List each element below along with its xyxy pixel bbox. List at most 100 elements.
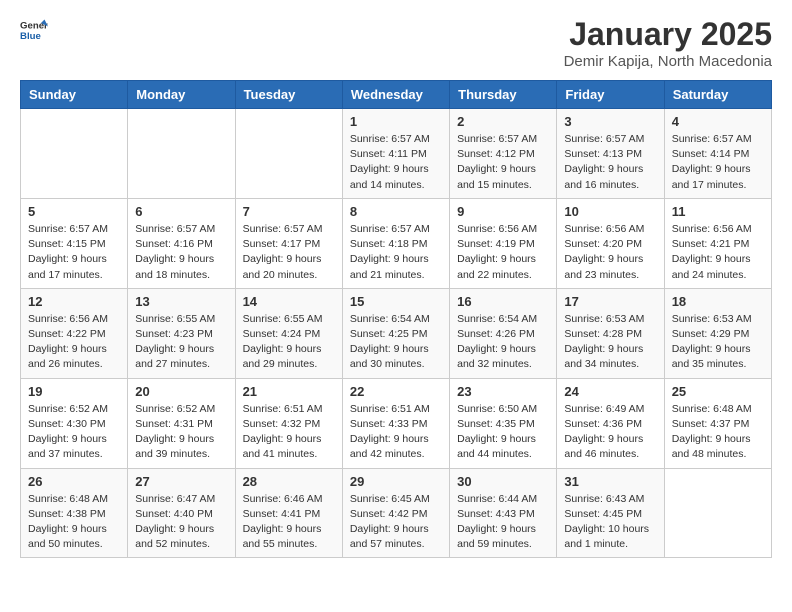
day-detail: Sunrise: 6:55 AM Sunset: 4:24 PM Dayligh… [243, 312, 335, 373]
day-detail: Sunrise: 6:55 AM Sunset: 4:23 PM Dayligh… [135, 312, 227, 373]
calendar-cell: 25 Sunrise: 6:48 AM Sunset: 4:37 PM Dayli… [664, 378, 771, 468]
calendar-week-row: 26 Sunrise: 6:48 AM Sunset: 4:38 PM Dayli… [21, 468, 772, 558]
calendar-cell: 28Sunrise: 6:46 AM Sunset: 4:41 PM Dayli… [235, 468, 342, 558]
day-detail: Sunrise: 6:57 AM Sunset: 4:16 PM Dayligh… [135, 222, 227, 283]
day-detail: Sunrise: 6:57 AM Sunset: 4:17 PM Dayligh… [243, 222, 335, 283]
day-number: 5 [28, 204, 120, 219]
header-monday: Monday [128, 81, 235, 109]
calendar-cell: 11Sunrise: 6:56 AM Sunset: 4:21 PM Dayli… [664, 198, 771, 288]
calendar-week-row: 5 Sunrise: 6:57 AM Sunset: 4:15 PM Daylig… [21, 198, 772, 288]
weekday-header-row: Sunday Monday Tuesday Wednesday Thursday… [21, 81, 772, 109]
calendar-cell: 22 Sunrise: 6:51 AM Sunset: 4:33 PM Dayli… [342, 378, 449, 468]
day-number: 6 [135, 204, 227, 219]
calendar-week-row: 19 Sunrise: 6:52 AM Sunset: 4:30 PM Dayli… [21, 378, 772, 468]
header-friday: Friday [557, 81, 664, 109]
day-detail: Sunrise: 6:46 AM Sunset: 4:41 PM Dayligh… [243, 492, 335, 553]
day-detail: Sunrise: 6:48 AM Sunset: 4:37 PM Dayligh… [672, 402, 764, 463]
day-detail: Sunrise: 6:49 AM Sunset: 4:36 PM Dayligh… [564, 402, 656, 463]
day-detail: Sunrise: 6:52 AM Sunset: 4:31 PM Dayligh… [135, 402, 227, 463]
calendar-cell: 17 Sunrise: 6:53 AM Sunset: 4:28 PM Dayli… [557, 288, 664, 378]
day-number: 18 [672, 294, 764, 309]
day-number: 16 [457, 294, 549, 309]
day-detail: Sunrise: 6:57 AM Sunset: 4:14 PM Dayligh… [672, 132, 764, 193]
day-number: 25 [672, 384, 764, 399]
logo: General Blue [20, 16, 48, 44]
day-number: 4 [672, 114, 764, 129]
day-detail: Sunrise: 6:51 AM Sunset: 4:32 PM Dayligh… [243, 402, 335, 463]
day-number: 24 [564, 384, 656, 399]
day-number: 21 [243, 384, 335, 399]
day-number: 10 [564, 204, 656, 219]
header-sunday: Sunday [21, 81, 128, 109]
day-number: 19 [28, 384, 120, 399]
day-number: 9 [457, 204, 549, 219]
calendar-cell [21, 109, 128, 199]
day-number: 1 [350, 114, 442, 129]
calendar-week-row: 1 Sunrise: 6:57 AM Sunset: 4:11 PM Daylig… [21, 109, 772, 199]
calendar-cell: 15Sunrise: 6:54 AM Sunset: 4:25 PM Dayli… [342, 288, 449, 378]
calendar-cell: 24 Sunrise: 6:49 AM Sunset: 4:36 PM Dayli… [557, 378, 664, 468]
day-detail: Sunrise: 6:56 AM Sunset: 4:20 PM Dayligh… [564, 222, 656, 283]
calendar-cell: 1 Sunrise: 6:57 AM Sunset: 4:11 PM Daylig… [342, 109, 449, 199]
day-number: 7 [243, 204, 335, 219]
day-detail: Sunrise: 6:54 AM Sunset: 4:25 PM Dayligh… [350, 312, 442, 373]
month-title: January 2025 [564, 16, 772, 53]
day-detail: Sunrise: 6:57 AM Sunset: 4:12 PM Dayligh… [457, 132, 549, 193]
calendar-cell: 9 Sunrise: 6:56 AM Sunset: 4:19 PM Daylig… [450, 198, 557, 288]
title-area: January 2025 Demir Kapija, North Macedon… [564, 16, 772, 70]
calendar-cell: 18 Sunrise: 6:53 AM Sunset: 4:29 PM Dayli… [664, 288, 771, 378]
header-wednesday: Wednesday [342, 81, 449, 109]
day-detail: Sunrise: 6:56 AM Sunset: 4:19 PM Dayligh… [457, 222, 549, 283]
calendar-cell: 10 Sunrise: 6:56 AM Sunset: 4:20 PM Dayli… [557, 198, 664, 288]
calendar-cell: 4 Sunrise: 6:57 AM Sunset: 4:14 PM Daylig… [664, 109, 771, 199]
day-detail: Sunrise: 6:57 AM Sunset: 4:18 PM Dayligh… [350, 222, 442, 283]
calendar-cell: 29 Sunrise: 6:45 AM Sunset: 4:42 PM Dayli… [342, 468, 449, 558]
day-number: 8 [350, 204, 442, 219]
page: General Blue January 2025 Demir Kapija, … [0, 0, 792, 574]
calendar-week-row: 12 Sunrise: 6:56 AM Sunset: 4:22 PM Dayli… [21, 288, 772, 378]
day-number: 17 [564, 294, 656, 309]
day-detail: Sunrise: 6:57 AM Sunset: 4:13 PM Dayligh… [564, 132, 656, 193]
day-number: 12 [28, 294, 120, 309]
calendar-cell: 27Sunrise: 6:47 AM Sunset: 4:40 PM Dayli… [128, 468, 235, 558]
calendar-cell: 23Sunrise: 6:50 AM Sunset: 4:35 PM Dayli… [450, 378, 557, 468]
calendar-cell: 21 Sunrise: 6:51 AM Sunset: 4:32 PM Dayli… [235, 378, 342, 468]
calendar-cell: 5 Sunrise: 6:57 AM Sunset: 4:15 PM Daylig… [21, 198, 128, 288]
header-saturday: Saturday [664, 81, 771, 109]
day-number: 26 [28, 474, 120, 489]
header-thursday: Thursday [450, 81, 557, 109]
day-number: 13 [135, 294, 227, 309]
day-detail: Sunrise: 6:53 AM Sunset: 4:29 PM Dayligh… [672, 312, 764, 373]
header-tuesday: Tuesday [235, 81, 342, 109]
logo-icon: General Blue [20, 16, 48, 44]
day-number: 23 [457, 384, 549, 399]
day-number: 3 [564, 114, 656, 129]
day-detail: Sunrise: 6:51 AM Sunset: 4:33 PM Dayligh… [350, 402, 442, 463]
calendar-cell: 13 Sunrise: 6:55 AM Sunset: 4:23 PM Dayli… [128, 288, 235, 378]
calendar-cell: 12 Sunrise: 6:56 AM Sunset: 4:22 PM Dayli… [21, 288, 128, 378]
day-detail: Sunrise: 6:48 AM Sunset: 4:38 PM Dayligh… [28, 492, 120, 553]
calendar-cell: 7 Sunrise: 6:57 AM Sunset: 4:17 PM Daylig… [235, 198, 342, 288]
day-number: 22 [350, 384, 442, 399]
calendar-cell: 19 Sunrise: 6:52 AM Sunset: 4:30 PM Dayli… [21, 378, 128, 468]
day-number: 29 [350, 474, 442, 489]
calendar-cell [128, 109, 235, 199]
header: General Blue January 2025 Demir Kapija, … [20, 16, 772, 70]
day-detail: Sunrise: 6:52 AM Sunset: 4:30 PM Dayligh… [28, 402, 120, 463]
day-number: 31 [564, 474, 656, 489]
day-detail: Sunrise: 6:56 AM Sunset: 4:21 PM Dayligh… [672, 222, 764, 283]
day-detail: Sunrise: 6:53 AM Sunset: 4:28 PM Dayligh… [564, 312, 656, 373]
day-detail: Sunrise: 6:56 AM Sunset: 4:22 PM Dayligh… [28, 312, 120, 373]
calendar-cell [235, 109, 342, 199]
day-detail: Sunrise: 6:57 AM Sunset: 4:15 PM Dayligh… [28, 222, 120, 283]
day-detail: Sunrise: 6:45 AM Sunset: 4:42 PM Dayligh… [350, 492, 442, 553]
calendar-cell [664, 468, 771, 558]
day-number: 30 [457, 474, 549, 489]
day-detail: Sunrise: 6:43 AM Sunset: 4:45 PM Dayligh… [564, 492, 656, 553]
day-detail: Sunrise: 6:57 AM Sunset: 4:11 PM Dayligh… [350, 132, 442, 193]
calendar-cell: 16Sunrise: 6:54 AM Sunset: 4:26 PM Dayli… [450, 288, 557, 378]
calendar-table: Sunday Monday Tuesday Wednesday Thursday… [20, 80, 772, 558]
calendar-cell: 6 Sunrise: 6:57 AM Sunset: 4:16 PM Daylig… [128, 198, 235, 288]
day-detail: Sunrise: 6:47 AM Sunset: 4:40 PM Dayligh… [135, 492, 227, 553]
day-number: 20 [135, 384, 227, 399]
